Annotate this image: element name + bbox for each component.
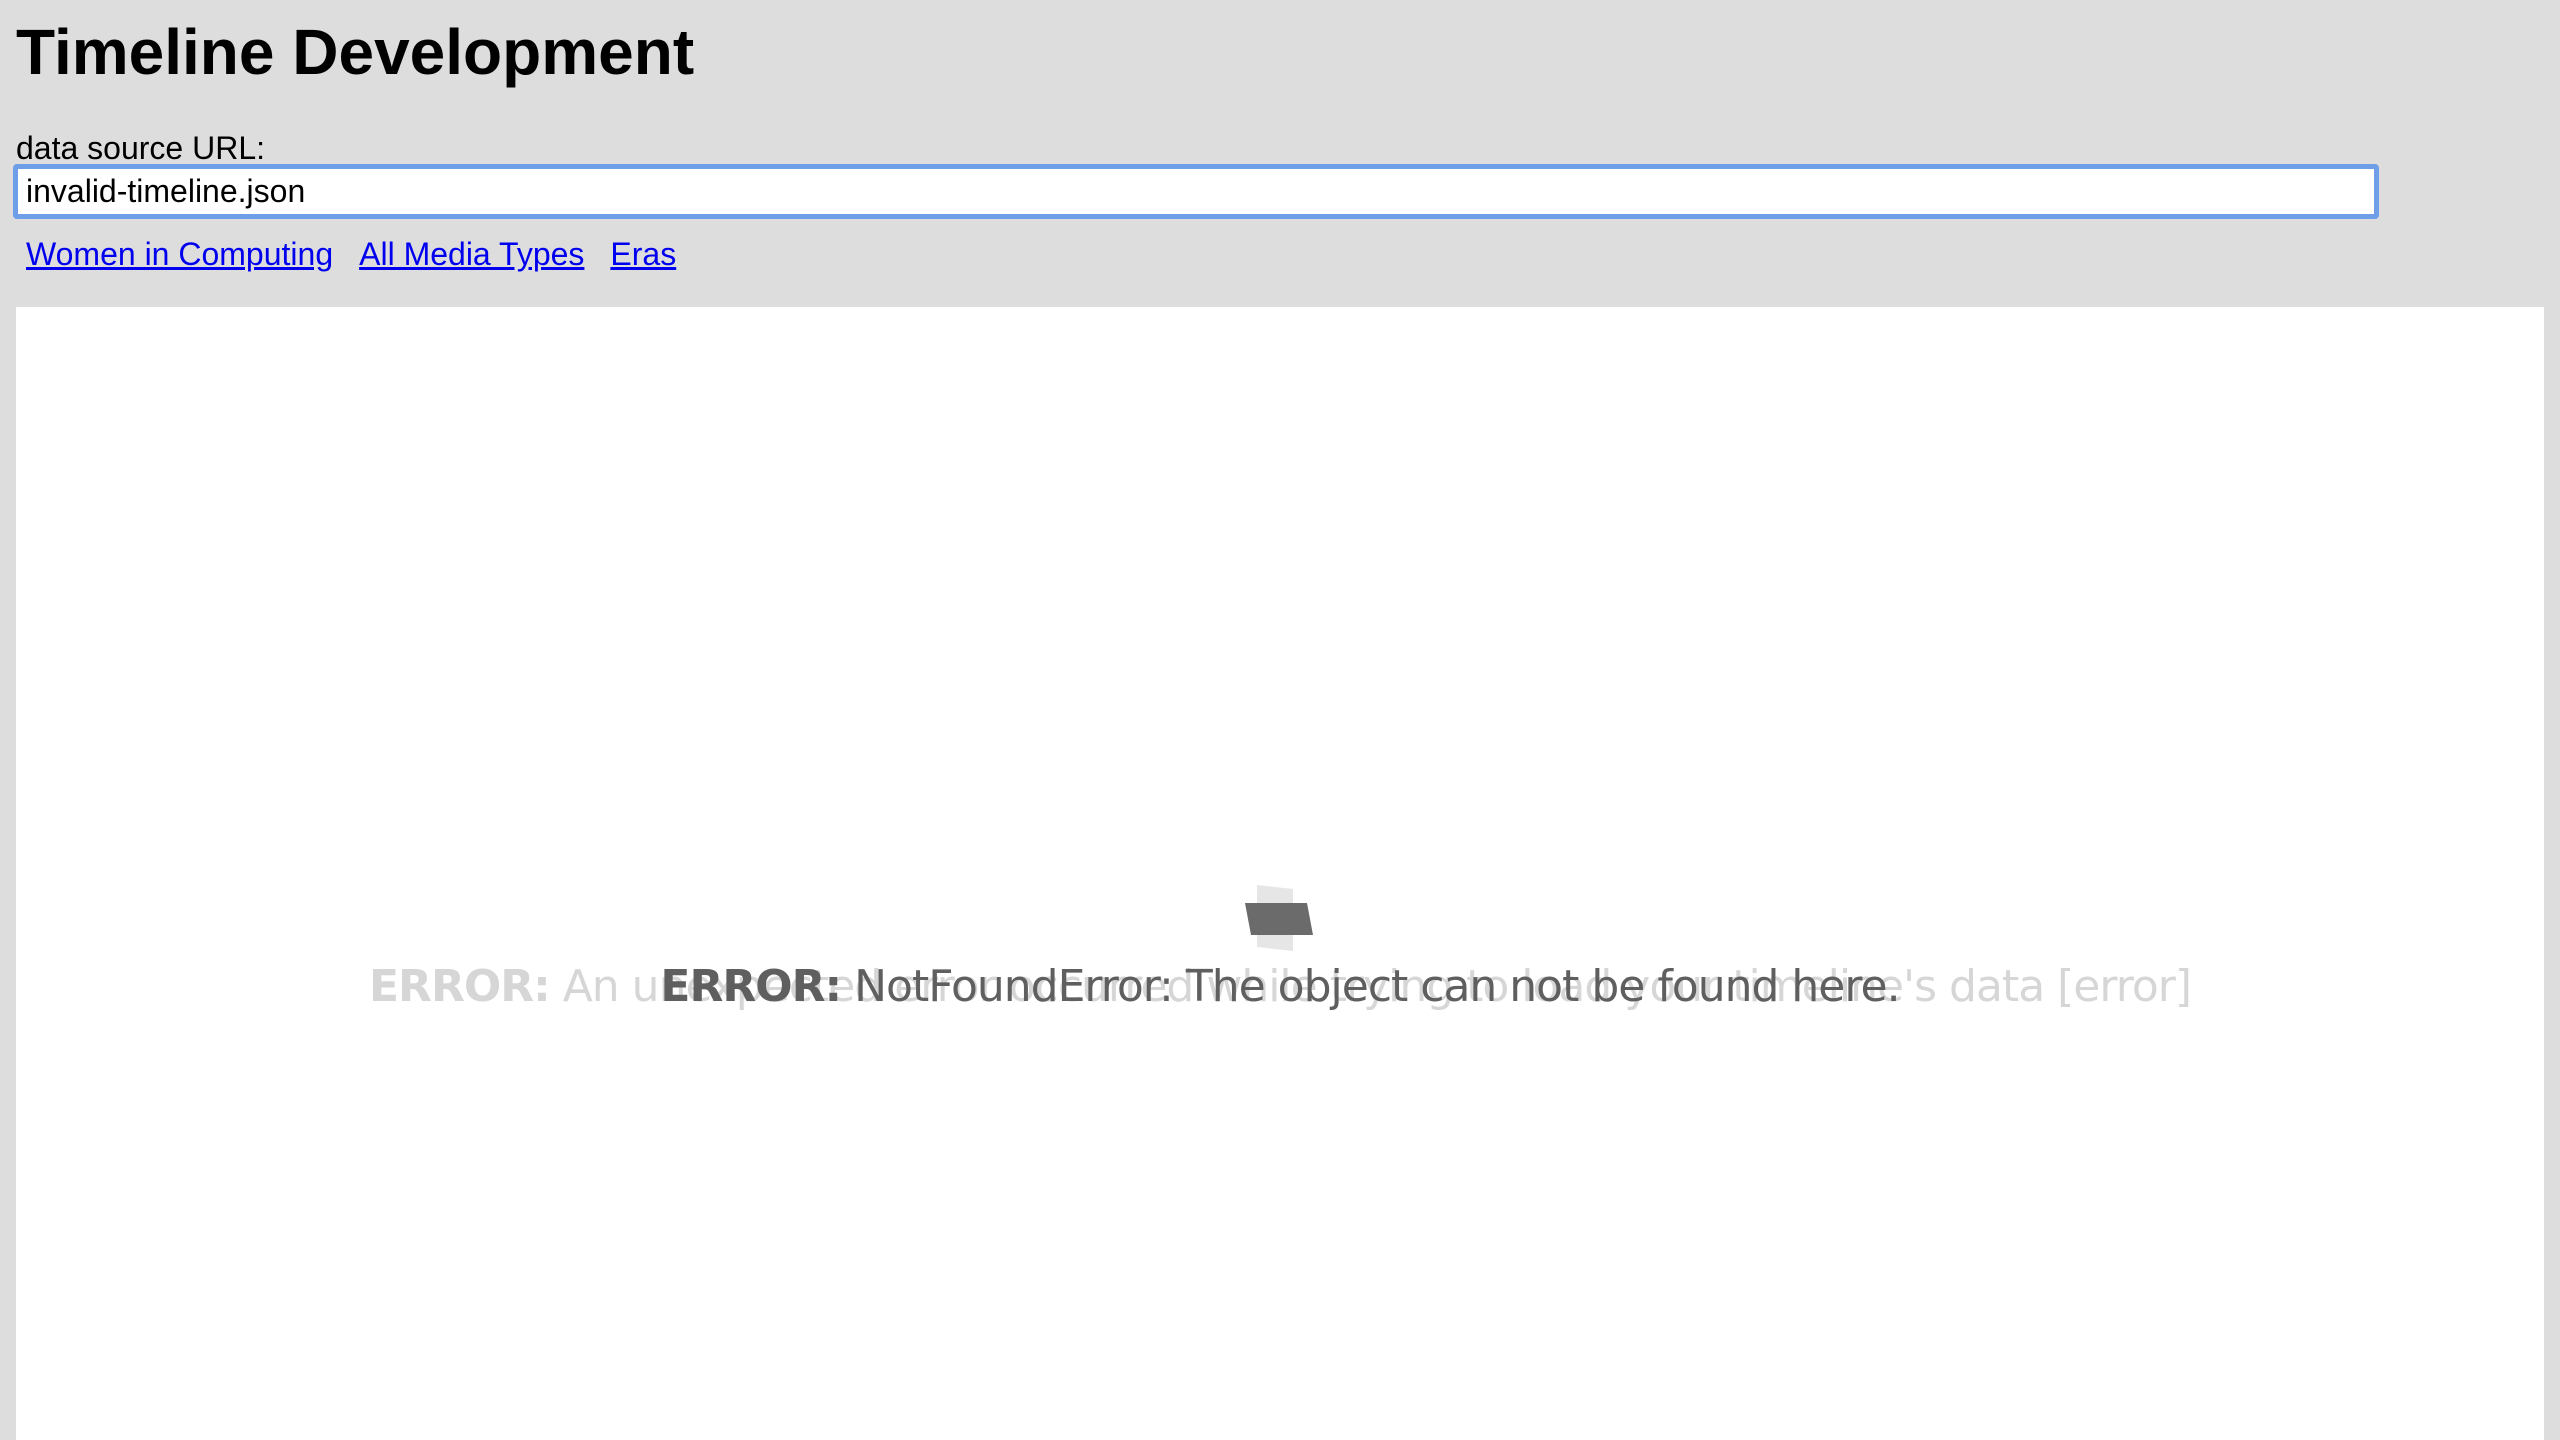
page-title: Timeline Development bbox=[16, 16, 695, 88]
example-links: Women in Computing All Media Types Eras bbox=[26, 234, 702, 274]
folder-loading-icon bbox=[1245, 885, 1313, 951]
data-source-label: data source URL: bbox=[16, 130, 266, 166]
link-all-media-types[interactable]: All Media Types bbox=[359, 236, 584, 272]
link-women-in-computing[interactable]: Women in Computing bbox=[26, 236, 333, 272]
timeline-container: ERROR: An unexpected error occurred whil… bbox=[16, 307, 2544, 1440]
error-prefix: ERROR: bbox=[660, 961, 842, 1012]
link-eras[interactable]: Eras bbox=[610, 236, 676, 272]
data-source-url-input[interactable] bbox=[13, 164, 2379, 219]
error-message: ERROR: NotFoundError: The object can not… bbox=[16, 961, 2544, 1013]
error-text: NotFoundError: The object can not be fou… bbox=[854, 961, 1900, 1012]
